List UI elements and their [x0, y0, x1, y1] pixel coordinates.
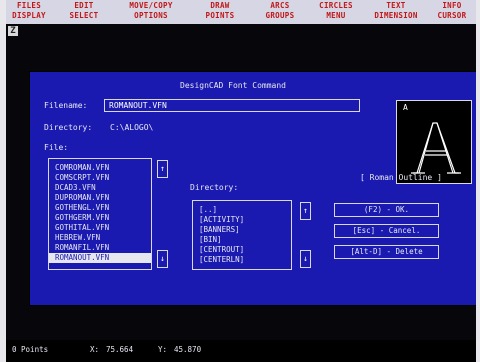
directory-value: C:\ALOGO\	[110, 123, 154, 132]
list-item[interactable]: [CENTERLN]	[193, 255, 291, 265]
menu-item-label: GROUPS	[265, 11, 295, 20]
file-list-scroll-up-button[interactable]: ↑	[157, 160, 168, 178]
menu-item-label: DISPLAY	[12, 11, 46, 20]
menu-circles-menu[interactable]: CIRCLES MENU	[312, 1, 360, 21]
dir-list-scroll-up-button[interactable]: ↑	[300, 202, 311, 220]
menu-item-label: MOVE/COPY	[129, 1, 173, 10]
list-item[interactable]: HEBREW.VFN	[49, 233, 151, 243]
menu-movecopy-options[interactable]: MOVE/COPY OPTIONS	[118, 1, 184, 21]
menu-files-display[interactable]: FILES DISPLAY	[8, 1, 50, 21]
font-command-dialog: DesignCAD Font Command Filename: ROMANOU…	[30, 72, 476, 305]
list-item[interactable]: [BIN]	[193, 235, 291, 245]
filename-field[interactable]: ROMANOUT.VFN	[104, 99, 360, 112]
file-list-scroll-down-button[interactable]: ↓	[157, 250, 168, 268]
menu-item-label: SELECT	[69, 11, 99, 20]
menu-item-label: EDIT	[74, 1, 94, 10]
x-coord-value: 75.664	[106, 345, 134, 354]
filename-label: Filename:	[44, 101, 88, 110]
file-list[interactable]: COMROMAN.VFN COMSCRPT.VFN DCAD3.VFN DUPR…	[48, 158, 152, 270]
list-item[interactable]: [..]	[193, 205, 291, 215]
menu-item-label: CURSOR	[437, 11, 467, 20]
menu-item-label: CIRCLES	[319, 1, 353, 10]
list-item[interactable]: DCAD3.VFN	[49, 183, 151, 193]
list-item[interactable]: ROMANFIL.VFN	[49, 243, 151, 253]
list-item[interactable]: COMROMAN.VFN	[49, 163, 151, 173]
dos-screen: FILES DISPLAY EDIT SELECT MOVE/COPY OPTI…	[6, 0, 476, 362]
preview-char: A	[403, 103, 408, 112]
menu-info-cursor[interactable]: INFO CURSOR	[430, 1, 474, 21]
delete-button[interactable]: [Alt-D] - Delete	[334, 245, 439, 259]
y-coord-label: Y:	[158, 345, 168, 354]
dir-list-scroll-down-button[interactable]: ↓	[300, 250, 311, 268]
menu-item-label: DIMENSION	[374, 11, 418, 20]
menu-item-label: FILES	[16, 1, 42, 10]
ok-button[interactable]: (F2) - OK.	[334, 203, 439, 217]
outline-a-glyph-icon	[411, 122, 461, 174]
file-label: File:	[44, 143, 69, 152]
menu-item-label: TEXT	[386, 1, 406, 10]
list-item[interactable]: GOTHENGL.VFN	[49, 203, 151, 213]
menu-edit-select[interactable]: EDIT SELECT	[62, 1, 106, 21]
menu-item-label: POINTS	[205, 11, 235, 20]
font-name-label: [ Roman Outline ]	[360, 173, 442, 182]
menu-item-label: MENU	[326, 11, 346, 20]
menu-item-label: DRAW	[210, 1, 230, 10]
menu-draw-points[interactable]: DRAW POINTS	[198, 1, 242, 21]
list-item[interactable]: [CENTROUT]	[193, 245, 291, 255]
menu-text-dimension[interactable]: TEXT DIMENSION	[368, 1, 424, 21]
list-item[interactable]: [BANNERS]	[193, 225, 291, 235]
list-item[interactable]: GOTHGERM.VFN	[49, 213, 151, 223]
status-bar: 0 Points X: 75.664 Y: 45.870	[6, 340, 476, 362]
menu-item-label: OPTIONS	[134, 11, 168, 20]
status-mode: 0 Points	[12, 345, 49, 354]
list-item-selected[interactable]: ROMANOUT.VFN	[49, 253, 151, 263]
list-item[interactable]: GOTHITAL.VFN	[49, 223, 151, 233]
list-item[interactable]: COMSCRPT.VFN	[49, 173, 151, 183]
dir-list-label: Directory:	[190, 183, 239, 192]
menu-item-label: INFO	[442, 1, 462, 10]
directory-list[interactable]: [..] [ACTIVITY] [BANNERS] [BIN] [CENTROU…	[192, 200, 292, 270]
font-preview: A	[396, 100, 472, 184]
x-coord-label: X:	[90, 345, 100, 354]
directory-label: Directory:	[44, 123, 93, 132]
menu-item-label: ARCS	[270, 1, 290, 10]
list-item[interactable]: DUPROMAN.VFN	[49, 193, 151, 203]
list-item[interactable]: [ACTIVITY]	[193, 215, 291, 225]
menu-arcs-groups[interactable]: ARCS GROUPS	[258, 1, 302, 21]
y-coord-value: 45.870	[174, 345, 202, 354]
cancel-button[interactable]: [Esc] - Cancel.	[334, 224, 439, 238]
zoom-icon[interactable]: Z	[8, 26, 18, 36]
main-menu-bar: FILES DISPLAY EDIT SELECT MOVE/COPY OPTI…	[6, 0, 476, 24]
dialog-title: DesignCAD Font Command	[180, 81, 286, 90]
